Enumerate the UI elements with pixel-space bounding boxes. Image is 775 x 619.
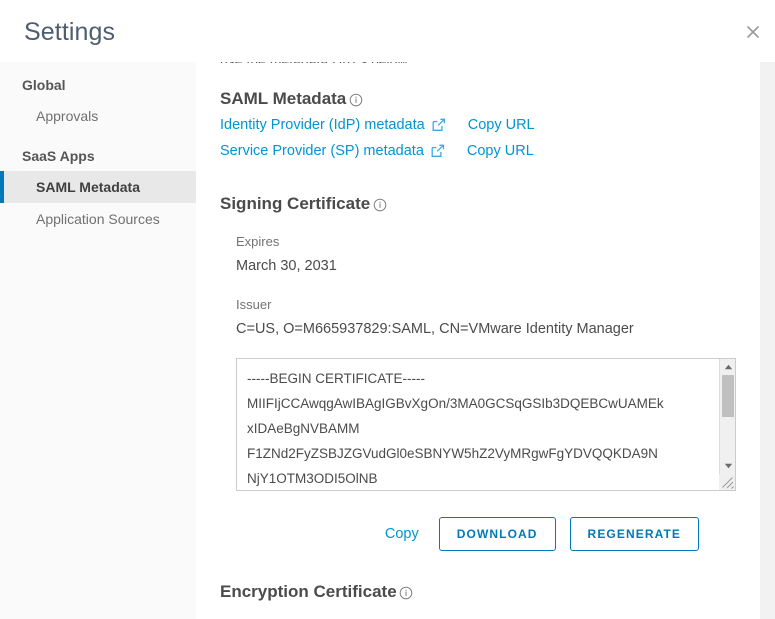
encryption-certificate-heading: Encryption Certificate bbox=[220, 582, 745, 602]
sidebar-item-label: Approvals bbox=[36, 108, 98, 124]
main-content: use the metadata URLs below. SAML Metada… bbox=[196, 62, 745, 619]
sidebar-item-application-sources[interactable]: Application Sources bbox=[0, 203, 196, 235]
sp-metadata-link[interactable]: Service Provider (SP) metadata bbox=[220, 143, 424, 159]
scrollbar-thumb[interactable] bbox=[722, 375, 734, 417]
copy-url-sp-button[interactable]: Copy URL bbox=[467, 143, 534, 159]
sidebar-item-approvals[interactable]: Approvals bbox=[0, 100, 196, 132]
expires-value: March 30, 2031 bbox=[236, 257, 745, 276]
sidebar-item-saml-metadata[interactable]: SAML Metadata bbox=[0, 171, 196, 203]
encryption-certificate-title: Encryption Certificate bbox=[220, 582, 397, 602]
modal-header: Settings bbox=[0, 0, 775, 62]
sidebar-group-global: Global bbox=[0, 70, 196, 100]
sp-metadata-row: Service Provider (SP) metadata Copy URL bbox=[220, 139, 745, 163]
resize-grip-icon[interactable] bbox=[719, 474, 735, 490]
sidebar-item-label: Application Sources bbox=[36, 211, 160, 227]
certificate-textarea[interactable]: -----BEGIN CERTIFICATE----- MIIFIjCCAwqg… bbox=[236, 358, 736, 491]
download-button[interactable]: DOWNLOAD bbox=[439, 517, 556, 551]
sidebar-item-label: SAML Metadata bbox=[36, 179, 140, 195]
certificate-scrollbar[interactable] bbox=[719, 359, 735, 490]
idp-metadata-link[interactable]: Identity Provider (IdP) metadata bbox=[220, 117, 425, 133]
certificate-actions: Copy DOWNLOAD REGENERATE bbox=[220, 517, 699, 551]
expires-label: Expires bbox=[236, 233, 745, 251]
sidebar-group-saas-apps: SaaS Apps bbox=[0, 141, 196, 171]
certificate-textarea-wrapper: -----BEGIN CERTIFICATE----- MIIFIjCCAwqg… bbox=[236, 358, 736, 491]
external-link-icon[interactable] bbox=[432, 118, 446, 132]
sidebar: Global Approvals SaaS Apps SAML Metadata… bbox=[0, 62, 196, 619]
info-icon[interactable] bbox=[399, 586, 414, 601]
intro-text: use the metadata URLs below. bbox=[220, 62, 745, 63]
certificate-text: -----BEGIN CERTIFICATE----- MIIFIjCCAwqg… bbox=[247, 366, 707, 491]
idp-metadata-row: Identity Provider (IdP) metadata Copy UR… bbox=[220, 113, 745, 137]
issuer-value: C=US, O=M665937829:SAML, CN=VMware Ident… bbox=[236, 320, 745, 339]
scroll-down-arrow-icon[interactable] bbox=[720, 458, 736, 473]
external-link-icon[interactable] bbox=[431, 144, 445, 158]
info-icon[interactable] bbox=[372, 198, 387, 213]
close-icon[interactable] bbox=[739, 18, 767, 46]
regenerate-button[interactable]: REGENERATE bbox=[570, 517, 699, 551]
page-title: Settings bbox=[24, 17, 115, 47]
info-icon[interactable] bbox=[348, 93, 363, 108]
signing-certificate-title: Signing Certificate bbox=[220, 194, 370, 214]
copy-url-idp-button[interactable]: Copy URL bbox=[468, 117, 535, 133]
settings-modal: Settings Global Approvals SaaS Apps SAML… bbox=[0, 0, 775, 619]
page-scrollbar[interactable] bbox=[760, 62, 775, 619]
saml-metadata-heading: SAML Metadata bbox=[220, 89, 745, 109]
scroll-up-arrow-icon[interactable] bbox=[720, 359, 736, 374]
saml-metadata-title: SAML Metadata bbox=[220, 89, 346, 109]
copy-certificate-button[interactable]: Copy bbox=[385, 526, 419, 542]
issuer-label: Issuer bbox=[236, 296, 745, 314]
signing-certificate-heading: Signing Certificate bbox=[220, 194, 745, 214]
